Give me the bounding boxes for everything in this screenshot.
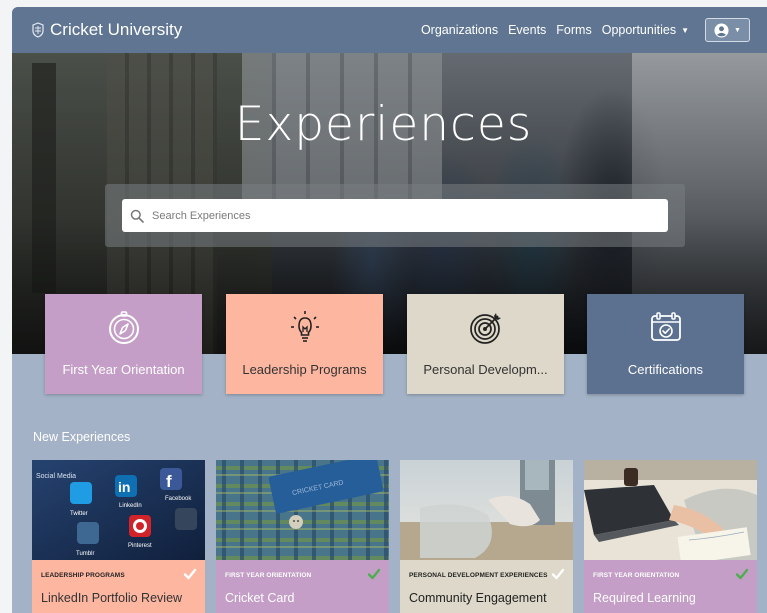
beach-cleanup-image bbox=[400, 460, 573, 560]
chevron-down-icon: ▼ bbox=[681, 26, 689, 36]
card-meta: FIRST YEAR ORIENTATION Required Learning bbox=[584, 560, 757, 613]
calendar-check-icon bbox=[650, 312, 681, 341]
check-icon bbox=[183, 568, 197, 580]
svg-text:Pinterest: Pinterest bbox=[128, 543, 152, 549]
target-icon bbox=[469, 313, 501, 344]
app-frame: Cricket University Organizations Events … bbox=[12, 7, 767, 613]
search-input[interactable] bbox=[152, 209, 652, 222]
svg-text:Social Media: Social Media bbox=[36, 473, 76, 480]
chevron-down-icon: ▼ bbox=[734, 26, 741, 34]
card-image bbox=[584, 460, 757, 560]
category-label: Personal Developm... bbox=[423, 362, 548, 377]
brand-link[interactable]: Cricket University bbox=[30, 20, 182, 40]
card-category: LEADERSHIP PROGRAMS bbox=[41, 572, 125, 579]
nav-opportunities[interactable]: Opportunities ▼ bbox=[602, 23, 689, 37]
card-category: PERSONAL DEVELOPMENT EXPERIENCES bbox=[409, 572, 548, 579]
card-image bbox=[400, 460, 573, 560]
card-category: FIRST YEAR ORIENTATION bbox=[593, 572, 680, 579]
user-circle-icon bbox=[714, 22, 729, 38]
brand-name: Cricket University bbox=[50, 20, 183, 39]
card-category: FIRST YEAR ORIENTATION bbox=[225, 572, 312, 579]
category-first-year-orientation[interactable]: First Year Orientation bbox=[45, 294, 202, 394]
nav-organizations[interactable]: Organizations bbox=[421, 23, 498, 37]
nav-opportunities-label: Opportunities bbox=[601, 23, 677, 37]
svg-text:Twitter: Twitter bbox=[70, 511, 88, 517]
category-label: Certifications bbox=[627, 362, 704, 377]
category-certifications[interactable]: Certifications bbox=[587, 294, 744, 394]
search-panel bbox=[105, 184, 685, 247]
social-media-image: in f Social Media Twitter LinkedIn Faceb… bbox=[32, 460, 205, 560]
nav-events[interactable]: Events bbox=[508, 23, 546, 37]
check-icon bbox=[367, 568, 381, 580]
experience-card[interactable]: PERSONAL DEVELOPMENT EXPERIENCES Communi… bbox=[400, 460, 573, 613]
card-title: Required Learning bbox=[593, 591, 696, 605]
card-title: Community Engagement bbox=[409, 591, 547, 605]
card-meta: LEADERSHIP PROGRAMS LinkedIn Portfolio R… bbox=[32, 560, 205, 613]
experience-card[interactable]: in f Social Media Twitter LinkedIn Faceb… bbox=[32, 460, 205, 613]
svg-text:Facebook: Facebook bbox=[165, 496, 192, 502]
card-meta: FIRST YEAR ORIENTATION Cricket Card bbox=[216, 560, 389, 613]
page-title: Experiences bbox=[234, 97, 533, 152]
svg-text:in: in bbox=[118, 479, 130, 495]
search-icon bbox=[130, 209, 144, 223]
check-icon bbox=[551, 568, 565, 580]
card-title: Cricket Card bbox=[225, 591, 295, 605]
card-image: CRICKET CARD bbox=[216, 460, 389, 560]
laptop-notebook-image bbox=[584, 460, 757, 560]
top-nav: Cricket University Organizations Events … bbox=[12, 7, 767, 53]
nav-forms[interactable]: Forms bbox=[556, 23, 591, 37]
category-label: Leadership Programs bbox=[242, 362, 367, 377]
card-title: LinkedIn Portfolio Review bbox=[41, 591, 183, 605]
cricket-shield-icon bbox=[32, 22, 44, 38]
experience-card[interactable]: FIRST YEAR ORIENTATION Required Learning bbox=[584, 460, 757, 613]
user-menu-button[interactable]: ▼ bbox=[705, 18, 750, 42]
compass-icon bbox=[108, 311, 139, 344]
id-card-pocket-image: CRICKET CARD bbox=[216, 460, 389, 560]
category-personal-development[interactable]: Personal Developm... bbox=[407, 294, 564, 394]
svg-text:Tumblr: Tumblr bbox=[76, 551, 94, 557]
search-box[interactable] bbox=[122, 199, 668, 232]
lightbulb-icon bbox=[290, 311, 319, 342]
section-title: New Experiences bbox=[33, 430, 131, 444]
svg-text:LinkedIn: LinkedIn bbox=[119, 503, 142, 509]
check-icon bbox=[735, 568, 749, 580]
category-leadership-programs[interactable]: Leadership Programs bbox=[226, 294, 383, 394]
card-meta: PERSONAL DEVELOPMENT EXPERIENCES Communi… bbox=[400, 560, 573, 613]
nav-links: Organizations Events Forms Opportunities… bbox=[421, 7, 750, 53]
experience-card[interactable]: CRICKET CARD FIRST YEAR ORIENTATION Cric… bbox=[216, 460, 389, 613]
card-image: in f Social Media Twitter LinkedIn Faceb… bbox=[32, 460, 205, 560]
experience-cards: in f Social Media Twitter LinkedIn Faceb… bbox=[32, 460, 767, 613]
category-tiles: First Year Orientation Leadership Progra… bbox=[45, 294, 745, 394]
category-label: First Year Orientation bbox=[62, 362, 185, 377]
svg-text:f: f bbox=[166, 472, 172, 491]
